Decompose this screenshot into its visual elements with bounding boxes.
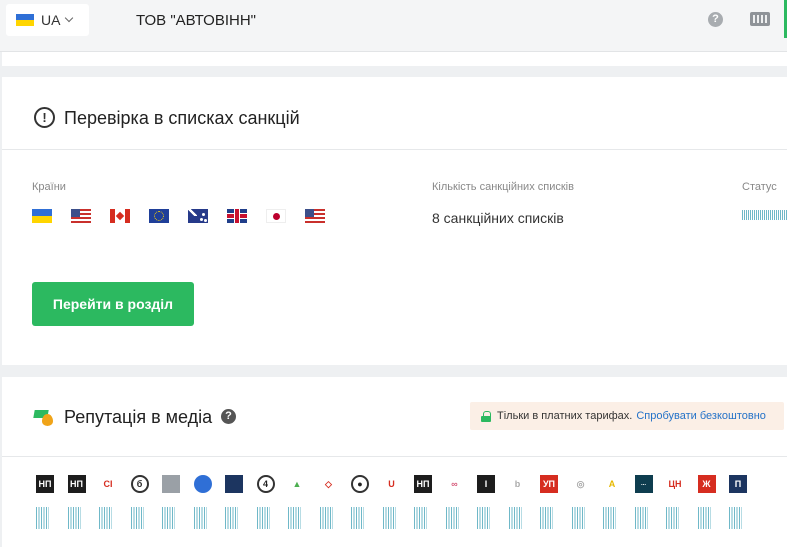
loading-placeholder: [414, 507, 427, 529]
loading-placeholder: [319, 507, 333, 529]
divider: [2, 149, 787, 150]
media-logo-20: ...: [634, 475, 653, 493]
loading-placeholder: [477, 507, 490, 529]
media-logo-5: [162, 475, 180, 493]
exclamation-icon: !: [34, 107, 55, 128]
japan-flag-icon: [266, 209, 286, 223]
loading-placeholder: [540, 507, 553, 529]
chevron-down-icon: [65, 13, 74, 23]
info-icon[interactable]: ?: [221, 409, 236, 424]
media-logo-15: I: [477, 475, 495, 493]
media-logo-6: [193, 475, 212, 493]
media-logo-3: CI: [103, 479, 113, 489]
media-placeholders: [36, 507, 761, 529]
language-selector[interactable]: UA: [6, 4, 89, 36]
go-to-section-button[interactable]: Перейти в розділ: [32, 282, 194, 326]
media-logo-23: П: [729, 475, 747, 493]
loading-placeholder: [225, 507, 238, 529]
media-logo-16: b: [514, 479, 521, 489]
loading-placeholder: [603, 507, 616, 529]
loading-placeholder: [193, 507, 207, 529]
loading-placeholder: [571, 507, 585, 529]
ukraine-flag-icon: [16, 14, 34, 26]
loading-placeholder: [729, 507, 742, 529]
media-logo-19: A: [608, 479, 616, 489]
media-card: Репутація в медіа ? Тільки в платних тар…: [2, 377, 787, 547]
media-logo-10: ◇: [325, 479, 332, 489]
uk-flag-icon: [227, 209, 247, 223]
eu-flag-icon: [149, 209, 169, 223]
media-logo-2: НП: [67, 475, 86, 493]
loading-placeholder: [697, 507, 711, 529]
australia-flag-icon: [188, 209, 208, 223]
loading-placeholder: [445, 507, 459, 529]
help-icon[interactable]: ?: [708, 12, 723, 27]
reputation-icon: [33, 408, 54, 426]
loading-placeholder: [351, 507, 364, 529]
country-flags: [32, 209, 344, 223]
loading-placeholder: [288, 507, 301, 529]
top-bar: UA ТОВ "АВТОВІНН" ?: [0, 0, 787, 52]
try-free-link[interactable]: Спробувати безкоштовно: [636, 410, 766, 422]
media-logos: НП НП CI б 4 ▲ ◇ ● U НП ∞ I b УП ◎ A ...…: [36, 475, 761, 493]
media-logo-8: 4: [256, 475, 275, 493]
divider: [2, 456, 787, 457]
media-logo-11: ●: [351, 475, 369, 493]
media-logo-18: ◎: [576, 479, 585, 489]
media-logo-4: б: [130, 475, 149, 493]
company-name: ТОВ "АВТОВІНН": [136, 12, 256, 29]
countries-label: Країни: [32, 181, 66, 193]
loading-placeholder: [99, 507, 112, 529]
media-logo-17: УП: [540, 475, 558, 493]
loading-placeholder: [162, 507, 175, 529]
sanctions-count: 8 санкційних списків: [432, 210, 564, 226]
loading-placeholder: [256, 507, 270, 529]
promo-text: Тільки в платних тарифах.: [497, 410, 633, 422]
loading-placeholder: [634, 507, 648, 529]
keyboard-icon[interactable]: [750, 12, 770, 26]
ukraine-flag-icon: [32, 209, 52, 223]
media-logo-7: [225, 475, 243, 493]
media-logo-9: ▲: [292, 479, 302, 489]
loading-placeholder: [508, 507, 522, 529]
status-label: Статус: [742, 181, 777, 193]
media-logo-14: ∞: [451, 479, 458, 489]
paid-plan-notice: Тільки в платних тарифах. Спробувати без…: [470, 402, 784, 430]
loading-placeholder: [666, 507, 679, 529]
loading-placeholder: [67, 507, 81, 529]
loading-placeholder: [36, 507, 49, 529]
loading-placeholder: [382, 507, 396, 529]
usa-flag-icon: [71, 209, 91, 223]
sanctions-card: ! Перевірка в списках санкцій Країни Кіл…: [2, 77, 787, 365]
media-title: Репутація в медіа: [64, 407, 213, 427]
media-logo-21: ЦН: [668, 479, 682, 489]
status-placeholder: [742, 210, 787, 220]
canada-flag-icon: [110, 209, 130, 223]
language-code: UA: [41, 12, 61, 28]
media-logo-12: U: [388, 479, 395, 489]
previous-card: [2, 52, 787, 66]
sanctions-title: Перевірка в списках санкцій: [64, 108, 300, 128]
media-logo-22: Ж: [697, 475, 716, 493]
lock-icon: [481, 410, 491, 422]
media-logo-1: НП: [36, 475, 54, 493]
usa-flag-icon: [305, 209, 325, 223]
loading-placeholder: [130, 507, 144, 529]
count-label: Кількість санкційних списків: [432, 181, 574, 193]
media-logo-13: НП: [414, 475, 432, 493]
